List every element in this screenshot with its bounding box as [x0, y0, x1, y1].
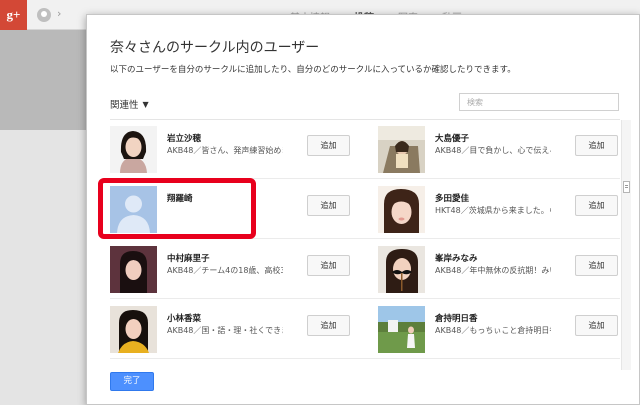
- user-description: AKB48／皆さん、発声練習始めま…: [167, 146, 283, 155]
- user-description: AKB48／チーム4の18歳、高校3…: [167, 266, 283, 275]
- highlight-annotation: [98, 178, 256, 239]
- user-photo[interactable]: [378, 186, 425, 233]
- dialog-title: 奈々さんのサークル内のユーザー: [110, 40, 320, 56]
- user-description: AKB48／もっちぃこと倉持明日香で…: [435, 326, 551, 335]
- scrollbar-thumb[interactable]: [623, 181, 630, 193]
- user-name[interactable]: 中村麻里子: [167, 252, 210, 264]
- user-photo[interactable]: [378, 246, 425, 293]
- user-name[interactable]: 小林香菜: [167, 312, 201, 324]
- add-button[interactable]: 追加: [575, 255, 618, 276]
- chevron-right-icon: ›: [57, 7, 62, 20]
- sort-dropdown[interactable]: 関連性 ▼: [110, 97, 149, 112]
- row-divider: [110, 298, 620, 299]
- search-input[interactable]: [459, 93, 619, 111]
- add-button[interactable]: 追加: [307, 255, 350, 276]
- user-photo[interactable]: [378, 306, 425, 353]
- add-button[interactable]: 追加: [307, 195, 350, 216]
- cover-photo: [0, 30, 86, 130]
- google-plus-logo[interactable]: g+: [0, 0, 27, 30]
- user-description: AKB48／目で負かし、心で伝える変…: [435, 146, 551, 155]
- sort-label: 関連性: [110, 100, 139, 111]
- add-button[interactable]: 追加: [575, 315, 618, 336]
- dialog-subtitle: 以下のユーザーを自分のサークルに追加したり、自分のどのサークルに入っているか確認…: [110, 65, 516, 75]
- chevron-down-icon: ▼: [142, 99, 149, 109]
- user-item: 多田愛佳 HKT48／茨城県から来ました。らぶ… 追加: [378, 186, 618, 236]
- user-photo[interactable]: [110, 306, 157, 353]
- user-name[interactable]: 岩立沙穂: [167, 132, 201, 144]
- add-button[interactable]: 追加: [307, 135, 350, 156]
- user-name[interactable]: 多田愛佳: [435, 192, 469, 204]
- user-name[interactable]: 峯岸みなみ: [435, 252, 478, 264]
- user-item: 小林香菜 AKB48／国・語・理・社くできませ～… 追加: [110, 306, 350, 356]
- user-description: AKB48／国・語・理・社くできませ～…: [167, 326, 283, 335]
- user-item: 峯岸みなみ AKB48／年中無休の反抗期！みい… 追加: [378, 246, 618, 296]
- add-button[interactable]: 追加: [307, 315, 350, 336]
- circle-users-dialog: 奈々さんのサークル内のユーザー 以下のユーザーを自分のサークルに追加したり、自分…: [86, 14, 640, 405]
- user-item: 大島優子 AKB48／目で負かし、心で伝える変… 追加: [378, 126, 618, 176]
- done-button[interactable]: 完了: [110, 372, 154, 391]
- user-photo[interactable]: [110, 246, 157, 293]
- user-item: 倉持明日香 AKB48／もっちぃこと倉持明日香で… 追加: [378, 306, 618, 356]
- list-scrollbar[interactable]: [621, 120, 631, 370]
- user-name[interactable]: 倉持明日香: [435, 312, 478, 324]
- add-button[interactable]: 追加: [575, 135, 618, 156]
- user-list: 岩立沙穂 AKB48／皆さん、発声練習始めま… 追加 大島優子 AKB48／目で…: [87, 120, 640, 370]
- user-name[interactable]: 大島優子: [435, 132, 469, 144]
- profile-avatar-icon[interactable]: [37, 8, 51, 22]
- user-description: AKB48／年中無休の反抗期！みい…: [435, 266, 551, 275]
- user-description: HKT48／茨城県から来ました。らぶ…: [435, 206, 551, 215]
- user-photo[interactable]: [110, 126, 157, 173]
- row-divider: [110, 358, 620, 359]
- user-item: 中村麻里子 AKB48／チーム4の18歳、高校3… 追加: [110, 246, 350, 296]
- add-button[interactable]: 追加: [575, 195, 618, 216]
- user-item: 岩立沙穂 AKB48／皆さん、発声練習始めま… 追加: [110, 126, 350, 176]
- user-photo[interactable]: [378, 126, 425, 173]
